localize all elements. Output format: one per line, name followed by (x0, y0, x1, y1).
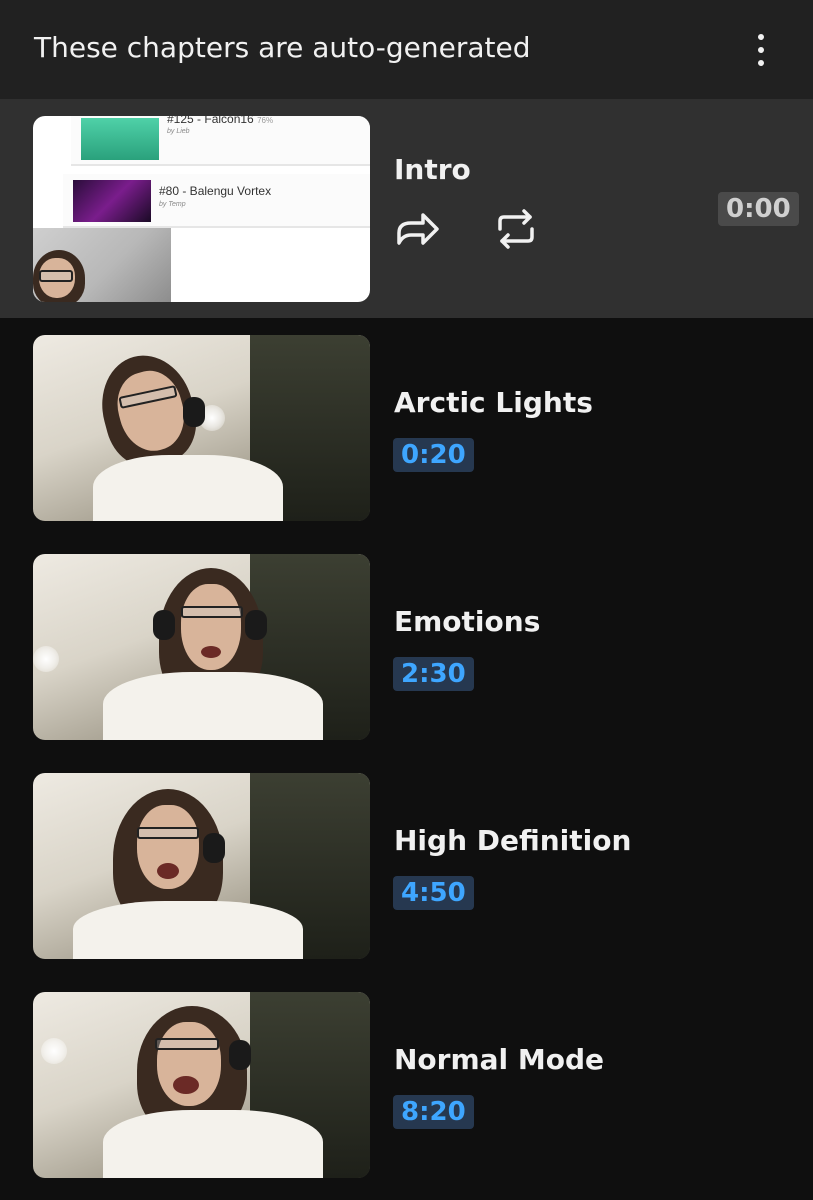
thumbnail-row-title: #80 - Balengu Vortex (159, 184, 272, 198)
chapter-title: Intro (394, 153, 471, 186)
webcam-inset (33, 228, 171, 302)
chapter-timestamp[interactable]: 0:00 (718, 192, 799, 226)
thumbnail-row-author: by Temp (159, 201, 186, 208)
chapter-timestamp[interactable]: 0:20 (393, 438, 474, 472)
chapter-timestamp[interactable]: 4:50 (393, 876, 474, 910)
chapter-timestamp[interactable]: 2:30 (393, 657, 474, 691)
chapter-thumbnail (33, 335, 370, 521)
chapter-title: High Definition (394, 824, 632, 857)
chapter-item-intro[interactable]: #125 - Falcon16 76% by Lieb #80 - Baleng… (0, 99, 813, 318)
chapter-title: Emotions (394, 605, 541, 638)
thumbnail-row: #125 - Falcon16 76% by Lieb (71, 116, 370, 166)
chapter-thumbnail: #125 - Falcon16 76% by Lieb #80 - Baleng… (33, 116, 370, 302)
chapter-thumbnail (33, 992, 370, 1178)
chapter-thumbnail (33, 773, 370, 959)
chapter-title: Normal Mode (394, 1043, 605, 1076)
thumbnail-row: #80 - Balengu Vortex by Temp (63, 174, 370, 228)
share-icon[interactable] (393, 205, 441, 253)
header-title: These chapters are auto-generated (34, 31, 531, 64)
repeat-icon[interactable] (492, 205, 540, 253)
more-vertical-icon[interactable] (748, 34, 774, 66)
chapter-thumbnail (33, 554, 370, 740)
thumbnail-row-author: by Lieb (167, 128, 190, 135)
chapter-item-high-definition[interactable]: High Definition 4:50 (0, 756, 813, 975)
chapters-header: These chapters are auto-generated (0, 0, 813, 99)
chapter-item-normal-mode[interactable]: Normal Mode 8:20 (0, 975, 813, 1194)
chapter-item-emotions[interactable]: Emotions 2:30 (0, 537, 813, 756)
chapter-timestamp[interactable]: 8:20 (393, 1095, 474, 1129)
chapter-title: Arctic Lights (394, 386, 593, 419)
chapter-item-arctic-lights[interactable]: Arctic Lights 0:20 (0, 318, 813, 537)
thumbnail-row-title: #125 - Falcon16 76% (167, 116, 274, 126)
